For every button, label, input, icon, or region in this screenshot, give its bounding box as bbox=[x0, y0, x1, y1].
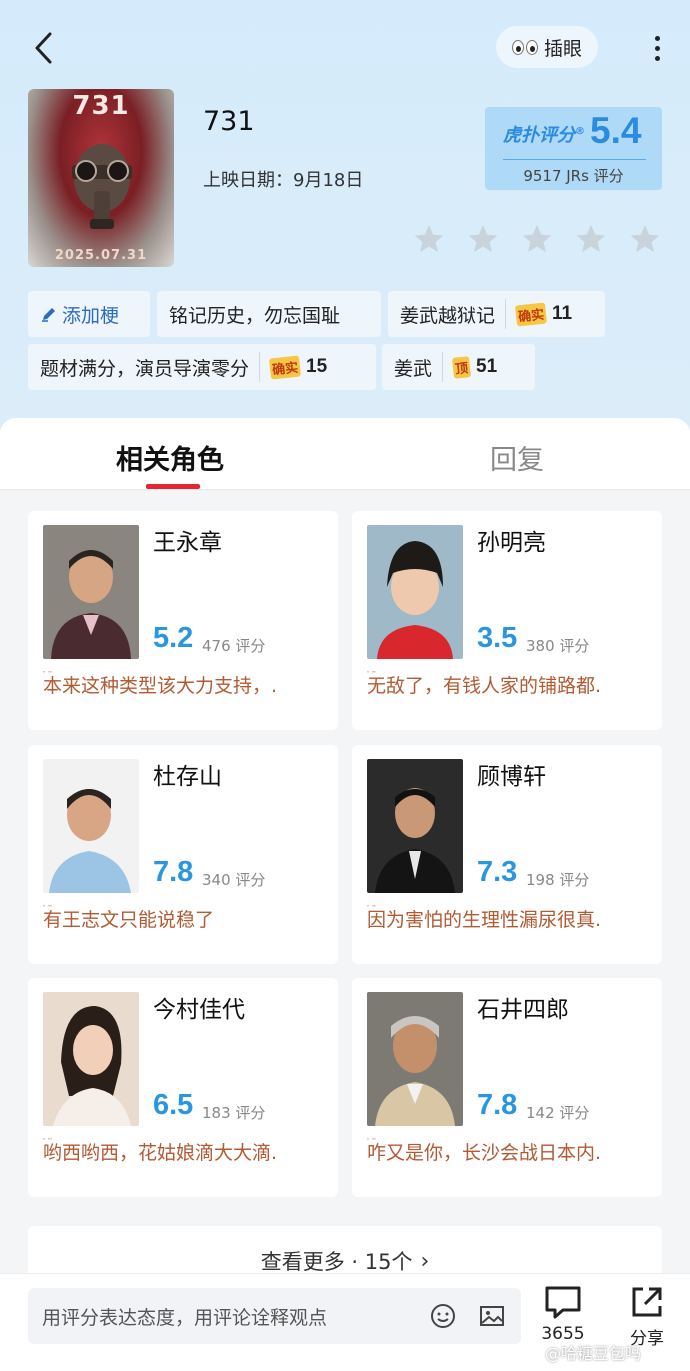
movie-poster[interactable]: 731 2025.07.31 bbox=[28, 89, 174, 267]
character-name: 王永章 bbox=[153, 530, 222, 556]
active-tab-indicator bbox=[146, 484, 200, 489]
character-name: 孙明亮 bbox=[477, 530, 546, 556]
poster-title: 731 bbox=[72, 91, 130, 121]
chevron-right-icon: › bbox=[420, 1248, 430, 1274]
character-comment: 哟西哟西，花姑娘滴大大滴. bbox=[43, 1138, 328, 1165]
character-rating-count: 183 评分 bbox=[202, 1104, 266, 1122]
content-panel: 相关角色 回复 王永章 5.2 476 评分 本来这种类型该大力支持，. 孙明亮… bbox=[0, 418, 690, 1371]
tag-count: 11 bbox=[552, 303, 573, 324]
tag-item[interactable]: 题材满分，演员导演零分 确实 15 bbox=[28, 344, 376, 390]
character-card[interactable]: 孙明亮 3.5 380 评分 无敌了，有钱人家的铺路都. bbox=[352, 511, 662, 730]
character-card[interactable]: 王永章 5.2 476 评分 本来这种类型该大力支持，. bbox=[28, 511, 338, 730]
tag-count: 15 bbox=[306, 356, 328, 377]
character-score: 6.5 bbox=[153, 1089, 194, 1121]
character-comment: 有王志文只能说稳了 bbox=[43, 905, 328, 932]
more-options-button[interactable] bbox=[640, 30, 674, 66]
character-rating-count: 476 评分 bbox=[202, 637, 266, 655]
tag-item[interactable]: 铭记历史，勿忘国耻 bbox=[157, 291, 381, 337]
character-score: 5.2 bbox=[153, 622, 194, 654]
peek-label: 插眼 bbox=[543, 37, 582, 60]
star-icon[interactable] bbox=[574, 222, 608, 256]
rating-count: 9517 JRs 评分 bbox=[523, 167, 624, 185]
pencil-icon bbox=[42, 308, 55, 322]
comments-button[interactable]: 3655 bbox=[533, 1284, 593, 1344]
character-card[interactable]: 顾博轩 7.3 198 评分 因为害怕的生理性漏尿很真. bbox=[352, 745, 662, 964]
character-card[interactable]: 今村佳代 6.5 183 评分 哟西哟西，花姑娘滴大大滴. bbox=[28, 978, 338, 1197]
tab-bar: 相关角色 回复 bbox=[0, 418, 690, 490]
character-score: 7.8 bbox=[477, 1089, 518, 1121]
character-comment: 无敌了，有钱人家的铺路都. bbox=[367, 671, 652, 698]
avatar bbox=[367, 759, 463, 893]
see-more-label: 查看更多 · 15个 bbox=[260, 1250, 413, 1274]
avatar bbox=[43, 992, 139, 1126]
poster-date: 2025.07.31 bbox=[54, 248, 148, 263]
character-card[interactable]: 杜存山 7.8 340 评分 有王志文只能说稳了 bbox=[28, 745, 338, 964]
peek-button[interactable]: 插眼 bbox=[496, 26, 598, 68]
character-name: 杜存山 bbox=[153, 764, 222, 790]
star-icon[interactable] bbox=[628, 222, 662, 256]
character-card[interactable]: 石井四郎 7.8 142 评分 咋又是你，长沙会战日本内. bbox=[352, 978, 662, 1197]
star-icon[interactable] bbox=[520, 222, 554, 256]
character-score: 7.8 bbox=[153, 856, 194, 888]
divider bbox=[259, 352, 261, 382]
character-score: 3.5 bbox=[477, 622, 518, 654]
chevron-left-icon bbox=[35, 32, 52, 64]
tag-label: 姜武 bbox=[394, 357, 433, 380]
character-score: 7.3 bbox=[477, 856, 518, 888]
release-date-value: 9月18日 bbox=[293, 170, 364, 191]
tag-count: 51 bbox=[476, 356, 498, 377]
comment-placeholder: 用评分表达态度，用评论诠释观点 bbox=[42, 1306, 328, 1329]
tag-label: 姜武越狱记 bbox=[400, 304, 496, 327]
tag-label: 铭记历史，勿忘国耻 bbox=[169, 304, 341, 327]
character-name: 石井四郎 bbox=[477, 997, 569, 1023]
comment-bubble-icon bbox=[545, 1286, 581, 1319]
avatar bbox=[367, 992, 463, 1126]
character-rating-count: 380 评分 bbox=[526, 637, 590, 655]
eyes-icon bbox=[511, 39, 538, 55]
release-label: 上映日期： bbox=[203, 170, 293, 191]
tag-label: 题材满分，演员导演零分 bbox=[40, 357, 250, 380]
star-icon[interactable] bbox=[466, 222, 500, 256]
avatar bbox=[43, 759, 139, 893]
add-tag-button[interactable]: 添加梗 bbox=[28, 291, 150, 337]
rating-box[interactable]: 虎扑评分® 5.4 9517 JRs 评分 bbox=[485, 107, 662, 190]
back-button[interactable] bbox=[26, 28, 60, 68]
character-comment: 咋又是你，长沙会战日本内. bbox=[367, 1138, 652, 1165]
divider bbox=[442, 352, 444, 382]
release-date: 上映日期：9月18日 bbox=[203, 166, 363, 192]
emoji-icon[interactable] bbox=[429, 1302, 457, 1330]
divider bbox=[505, 299, 507, 329]
tab-replies[interactable]: 回复 bbox=[490, 438, 544, 477]
avatar bbox=[43, 525, 139, 659]
character-rating-count: 340 评分 bbox=[202, 871, 266, 889]
character-rating-count: 142 评分 bbox=[526, 1104, 590, 1122]
character-name: 顾博轩 bbox=[477, 764, 546, 790]
divider bbox=[503, 159, 646, 160]
character-rating-count: 198 评分 bbox=[526, 871, 590, 889]
upvote-badge[interactable]: 顶 bbox=[451, 355, 472, 379]
user-rating-stars[interactable] bbox=[412, 222, 662, 256]
hupu-rating-logo: 虎扑评分® bbox=[503, 125, 585, 146]
star-icon[interactable] bbox=[412, 222, 446, 256]
overall-score: 5.4 bbox=[590, 110, 642, 151]
share-icon bbox=[632, 1287, 662, 1317]
tab-related-characters[interactable]: 相关角色 bbox=[116, 438, 224, 477]
agree-badge[interactable]: 确实 bbox=[269, 354, 302, 380]
movie-title: 731 bbox=[203, 106, 255, 137]
character-comment: 因为害怕的生理性漏尿很真. bbox=[367, 905, 652, 932]
image-icon[interactable] bbox=[478, 1302, 506, 1330]
character-comment: 本来这种类型该大力支持，. bbox=[43, 671, 328, 698]
watermark: @哈糖豆包吗 bbox=[545, 1344, 642, 1363]
tag-item[interactable]: 姜武越狱记 确实 11 bbox=[388, 291, 605, 337]
score-brand: 虎扑评分 bbox=[503, 125, 575, 146]
character-name: 今村佳代 bbox=[153, 997, 245, 1023]
add-tag-label: 添加梗 bbox=[62, 304, 120, 327]
agree-badge[interactable]: 确实 bbox=[515, 301, 548, 327]
gas-mask-illustration bbox=[72, 144, 132, 229]
avatar bbox=[367, 525, 463, 659]
tag-item[interactable]: 姜武 顶 51 bbox=[382, 344, 535, 390]
